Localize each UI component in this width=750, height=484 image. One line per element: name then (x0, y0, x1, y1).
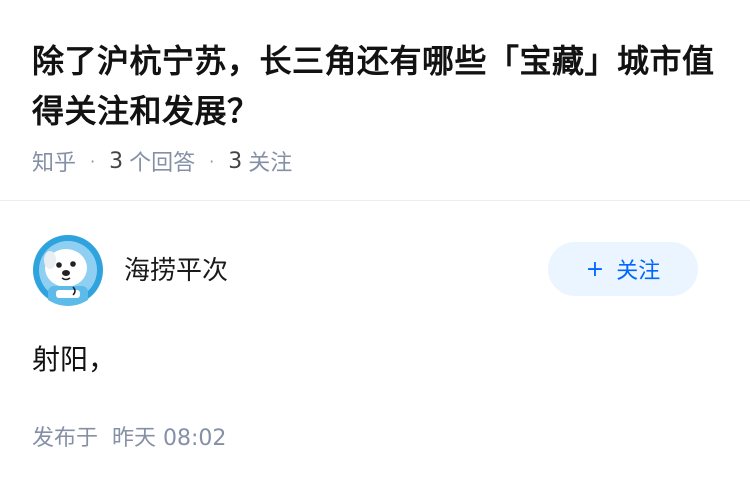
published-prefix: 发布于 (32, 426, 99, 451)
meta-separator: · (209, 151, 215, 171)
astronaut-dog-avatar-icon (32, 234, 104, 306)
author-avatar[interactable] (32, 234, 104, 306)
published-time: 昨天 08:02 (112, 426, 227, 451)
follow-button[interactable]: + 关注 (548, 242, 698, 296)
publish-meta: 发布于 昨天 08:02 (32, 420, 226, 452)
follow-button-label: 关注 (616, 259, 661, 284)
source-label[interactable]: 知乎 (32, 145, 76, 177)
follower-count-label[interactable]: 关注 (248, 145, 292, 177)
question-meta: 知乎 · 3 个回答 · 3 关注 (32, 145, 292, 177)
section-divider (0, 200, 750, 201)
answer-page: 除了沪杭宁苏，长三角还有哪些「宝藏」城市值得关注和发展？ 知乎 · 3 个回答 … (0, 0, 750, 484)
answer-content[interactable]: 射阳， (32, 338, 116, 378)
plus-icon: + (585, 256, 605, 282)
author-name[interactable]: 海捞平次 (124, 250, 228, 287)
answer-count: 3 (109, 148, 124, 174)
follower-count: 3 (228, 148, 243, 174)
question-title[interactable]: 除了沪杭宁苏，长三角还有哪些「宝藏」城市值得关注和发展？ (32, 36, 722, 136)
meta-separator: · (90, 151, 96, 171)
answer-count-label[interactable]: 个回答 (129, 145, 195, 177)
